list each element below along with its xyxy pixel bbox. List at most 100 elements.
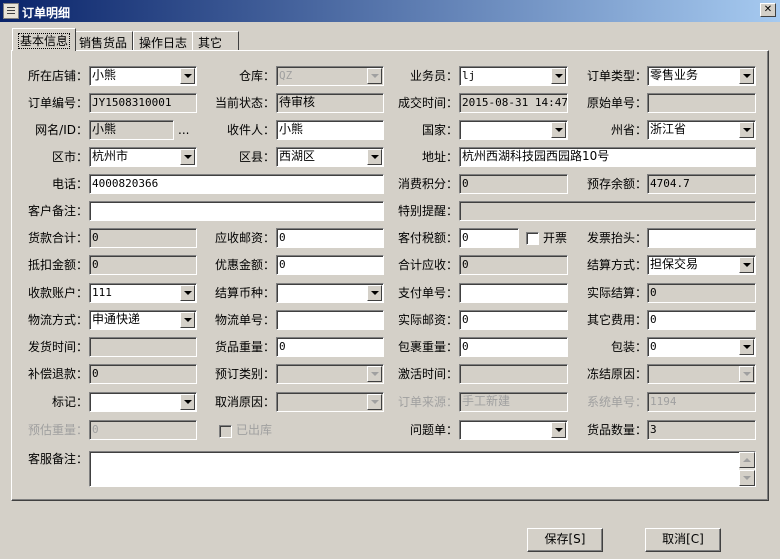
- save-button[interactable]: 保存[S]: [527, 528, 603, 552]
- tab-operation-log[interactable]: 操作日志: [133, 31, 194, 50]
- chevron-down-icon[interactable]: [551, 68, 566, 84]
- tab-label: 基本信息: [18, 33, 71, 49]
- chevron-down-icon[interactable]: [367, 285, 382, 301]
- order-type-select[interactable]: 零售业务: [647, 66, 756, 86]
- source-field: 手工新建: [459, 392, 568, 412]
- actual-postage-input[interactable]: 0: [459, 310, 568, 330]
- chevron-down-icon[interactable]: [180, 149, 195, 165]
- close-button[interactable]: ✕: [760, 3, 776, 17]
- logistics-no-input[interactable]: [276, 310, 384, 330]
- discount-input[interactable]: 0: [276, 255, 384, 275]
- settle-label: 结算方式：: [586, 258, 647, 272]
- chevron-down-icon[interactable]: [739, 122, 754, 138]
- cust-remark-input[interactable]: [89, 201, 384, 221]
- actual-postage-label: 实际邮资：: [397, 313, 458, 327]
- sys-no-label: 系统单号：: [586, 395, 647, 409]
- cust-remark-label: 客户备注：: [27, 204, 88, 218]
- receivable-label: 合计应收：: [397, 258, 458, 272]
- address-input[interactable]: 杭州西湖科技园西园路10号: [459, 147, 756, 167]
- chevron-down-icon[interactable]: [180, 312, 195, 328]
- mark-select[interactable]: [89, 392, 197, 412]
- ship-time-label: 发货时间：: [27, 340, 88, 354]
- chevron-down-icon[interactable]: [551, 122, 566, 138]
- receiver-input[interactable]: 小熊: [276, 120, 384, 140]
- currency-select[interactable]: [276, 283, 384, 303]
- scroll-down-icon[interactable]: [739, 470, 755, 486]
- tab-basic-info[interactable]: 基本信息: [12, 28, 77, 51]
- city-value: 杭州市: [92, 149, 129, 163]
- salesman-select[interactable]: lj: [459, 66, 568, 86]
- points-field: 0: [459, 174, 568, 194]
- order-type-label: 订单类型：: [586, 69, 647, 83]
- settle-value: 担保交易: [650, 257, 699, 271]
- qty-label: 货品数量：: [586, 423, 647, 437]
- shipped-checkbox: [219, 425, 232, 438]
- pkg-weight-input[interactable]: 0: [459, 337, 568, 357]
- store-value: 小熊: [92, 68, 117, 82]
- prepay-field: 4704.7: [647, 174, 756, 194]
- chevron-down-icon[interactable]: [367, 149, 382, 165]
- netname-label: 网名/ID：: [35, 123, 88, 137]
- actual-settle-field: 0: [647, 283, 756, 303]
- invoice-title-input[interactable]: [647, 228, 756, 248]
- service-remark-label: 客服备注：: [27, 452, 88, 466]
- store-label: 所在店铺：: [27, 69, 88, 83]
- chevron-down-icon[interactable]: [180, 394, 195, 410]
- prepay-label: 预存余额：: [586, 177, 647, 191]
- city-label: 区市：: [51, 150, 88, 164]
- chevron-down-icon[interactable]: [551, 422, 566, 438]
- other-fee-input[interactable]: 0: [647, 310, 756, 330]
- logistics-value: 申通快递: [92, 312, 141, 326]
- country-select[interactable]: [459, 120, 568, 140]
- logistics-label: 物流方式：: [27, 313, 88, 327]
- logistics-select[interactable]: 申通快递: [89, 310, 197, 330]
- receiver-label: 收件人：: [226, 123, 275, 137]
- postage-label: 应收邮资：: [214, 231, 275, 245]
- district-value: 西湖区: [279, 149, 316, 163]
- city-select[interactable]: 杭州市: [89, 147, 197, 167]
- chevron-down-icon[interactable]: [739, 339, 754, 355]
- tax-input[interactable]: 0: [459, 228, 519, 248]
- scroll-up-icon[interactable]: [739, 452, 755, 468]
- order-no-label: 订单编号：: [27, 96, 88, 110]
- est-weight-field: 0: [89, 420, 197, 440]
- orig-no-field: [647, 93, 756, 113]
- tab-other[interactable]: 其它: [192, 31, 239, 50]
- activate-label: 激活时间：: [397, 367, 458, 381]
- freeze-label: 冻结原因：: [586, 367, 647, 381]
- deal-time-field: 2015-08-31 14:47:5: [459, 93, 568, 113]
- settle-select[interactable]: 担保交易: [647, 255, 756, 275]
- chevron-down-icon[interactable]: [739, 68, 754, 84]
- salesman-value: lj: [462, 69, 476, 82]
- preorder-select: [276, 364, 384, 384]
- chevron-down-icon[interactable]: [180, 68, 195, 84]
- deduct-label: 抵扣金额：: [27, 258, 88, 272]
- sys-no-field: 1194: [647, 392, 756, 412]
- service-remark-textarea[interactable]: [89, 451, 756, 487]
- weight-input[interactable]: 0: [276, 337, 384, 357]
- pay-no-input[interactable]: [459, 283, 568, 303]
- phone-input[interactable]: 4000820366: [89, 174, 384, 194]
- status-field: 待审核: [276, 93, 384, 113]
- problem-select[interactable]: [459, 420, 568, 440]
- cancel-button[interactable]: 取消[C]: [645, 528, 721, 552]
- vertical-scrollbar[interactable]: [739, 452, 755, 486]
- account-select[interactable]: 111: [89, 283, 197, 303]
- preorder-label: 预订类别：: [214, 367, 275, 381]
- district-select[interactable]: 西湖区: [276, 147, 384, 167]
- weight-label: 货品重量：: [214, 340, 275, 354]
- chevron-down-icon[interactable]: [739, 257, 754, 273]
- postage-input[interactable]: 0: [276, 228, 384, 248]
- chevron-down-icon[interactable]: [180, 285, 195, 301]
- store-select[interactable]: 小熊: [89, 66, 197, 86]
- tab-sales-goods[interactable]: 销售货品: [73, 31, 134, 50]
- invoice-checkbox[interactable]: [526, 232, 539, 245]
- points-label: 消费积分：: [397, 177, 458, 191]
- goods-total-field: 0: [89, 228, 197, 248]
- pay-no-label: 支付单号：: [397, 286, 458, 300]
- deduct-field: 0: [89, 255, 197, 275]
- netname-more-button[interactable]: ...: [178, 121, 189, 139]
- refund-label: 补偿退款：: [27, 367, 88, 381]
- pack-select[interactable]: 0: [647, 337, 756, 357]
- province-select[interactable]: 浙江省: [647, 120, 756, 140]
